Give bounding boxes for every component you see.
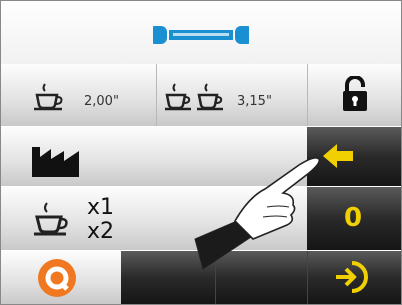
single-coffee-value: 2,00"	[84, 94, 119, 109]
logo-panel	[1, 251, 121, 304]
unlock-icon	[343, 76, 367, 111]
reset-value: 0	[344, 203, 363, 233]
x1-label: x1	[87, 195, 115, 220]
wrench-icon	[153, 26, 249, 44]
double-coffee-value: 3,15"	[237, 94, 272, 109]
lock-button[interactable]	[308, 64, 401, 126]
brand-logo-icon	[38, 259, 76, 297]
double-coffee-button[interactable]: 3,15"	[157, 64, 307, 126]
header	[1, 1, 401, 64]
settings-screen: 2,00" 3,15" x1 x2 0	[0, 0, 402, 305]
double-coffee-cup-icon	[165, 83, 223, 111]
pointing-hand-icon	[194, 157, 321, 270]
x2-label: x2	[87, 219, 115, 244]
factory-icon	[32, 147, 79, 177]
exit-icon	[336, 261, 368, 293]
single-coffee-button[interactable]: 2,00"	[1, 64, 156, 126]
coffee-cup-icon	[34, 202, 68, 236]
coffee-cup-icon	[34, 83, 63, 111]
coffee-row: 2,00" 3,15"	[1, 64, 401, 126]
